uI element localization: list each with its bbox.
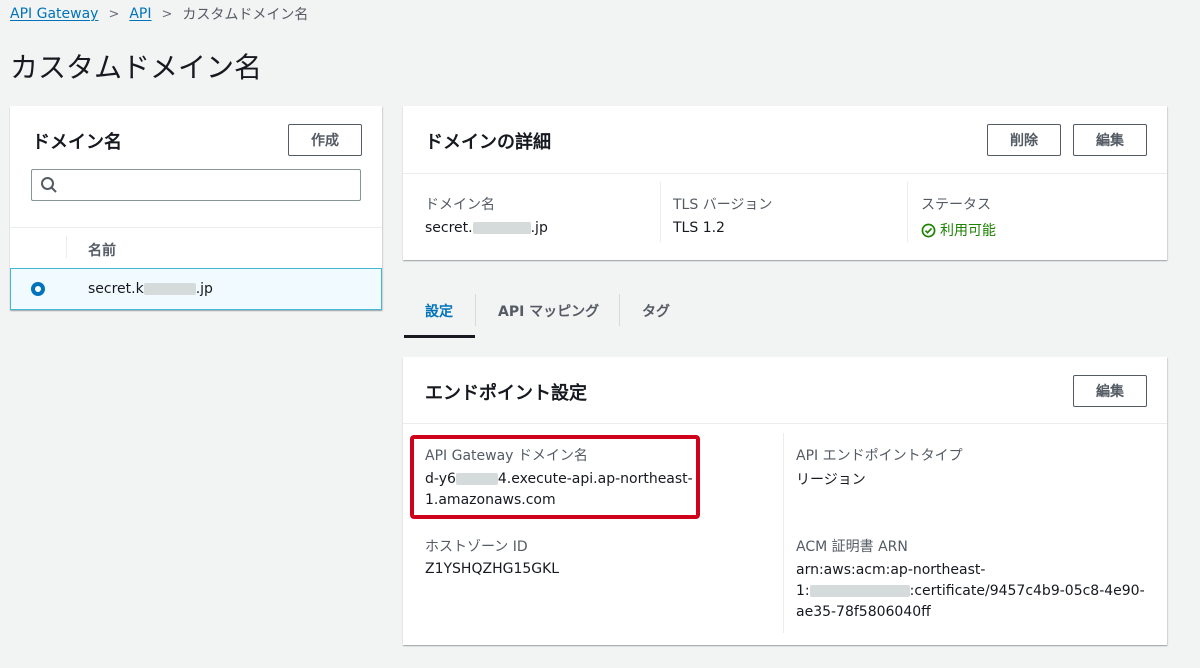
domain-row-name[interactable]: secret.k .jp: [88, 281, 213, 297]
tls-version-label: TLS バージョン: [673, 197, 773, 213]
search-icon: [41, 177, 57, 193]
tls-version-value: TLS 1.2: [673, 220, 725, 236]
tab-tags[interactable]: タグ: [642, 301, 670, 321]
status-badge: 利用可能: [921, 220, 996, 240]
endpoint-type-label: API エンドポイントタイプ: [796, 448, 963, 464]
hosted-zone-label: ホストゾーン ID: [425, 539, 528, 555]
check-circle-icon: [921, 223, 936, 237]
radio-selected[interactable]: [31, 282, 45, 296]
chevron-right-icon: >: [161, 6, 173, 22]
tab-api-mappings[interactable]: API マッピング: [498, 301, 599, 321]
status-label: ステータス: [921, 197, 991, 213]
acm-arn-label: ACM 証明書 ARN: [796, 539, 908, 555]
column-header-name: 名前: [88, 243, 116, 259]
domain-name-value: secret. .jp: [425, 220, 548, 236]
breadcrumb-api-gateway[interactable]: API Gateway: [10, 6, 98, 22]
redacted-block: [472, 222, 531, 234]
endpoint-type-value: リージョン: [796, 472, 866, 488]
edit-endpoint-button[interactable]: 編集: [1073, 375, 1147, 407]
redacted-block: [143, 283, 196, 295]
breadcrumb-api[interactable]: API: [129, 6, 151, 22]
endpoint-settings-heading: エンドポイント設定: [425, 383, 587, 404]
domain-list-heading: ドメイン名: [32, 132, 122, 153]
table-row[interactable]: secret.k .jp: [10, 268, 382, 310]
search-field[interactable]: [64, 174, 358, 198]
edit-details-button[interactable]: 編集: [1073, 124, 1147, 156]
breadcrumb: API Gateway > API > カスタムドメイン名: [10, 4, 308, 24]
redacted-block: [809, 585, 910, 597]
search-input[interactable]: [31, 169, 361, 201]
hosted-zone-value: Z1YSHQZHG15GKL: [425, 561, 560, 577]
tab-settings[interactable]: 設定: [425, 301, 453, 321]
tab-active-indicator: [404, 335, 475, 338]
endpoint-settings-panel: エンドポイント設定 編集 API Gateway ドメイン名 d-y6 4.exe…: [403, 357, 1167, 645]
domain-details-panel: ドメインの詳細 削除 編集 ドメイン名 secret. .jp TLS バージョン…: [403, 106, 1167, 260]
highlight-box: [410, 435, 700, 519]
acm-arn-value: arn:aws:acm:ap-northeast- 1::certificate…: [796, 562, 1145, 620]
page-title: カスタムドメイン名: [10, 51, 263, 84]
domain-name-label: ドメイン名: [425, 197, 495, 213]
delete-button[interactable]: 削除: [987, 124, 1061, 156]
domain-list-panel: ドメイン名 作成 名前 secret.k .jp: [10, 106, 382, 310]
breadcrumb-current: カスタムドメイン名: [182, 7, 309, 23]
chevron-right-icon: >: [108, 6, 120, 22]
create-button[interactable]: 作成: [288, 124, 362, 156]
domain-details-heading: ドメインの詳細: [425, 132, 551, 153]
